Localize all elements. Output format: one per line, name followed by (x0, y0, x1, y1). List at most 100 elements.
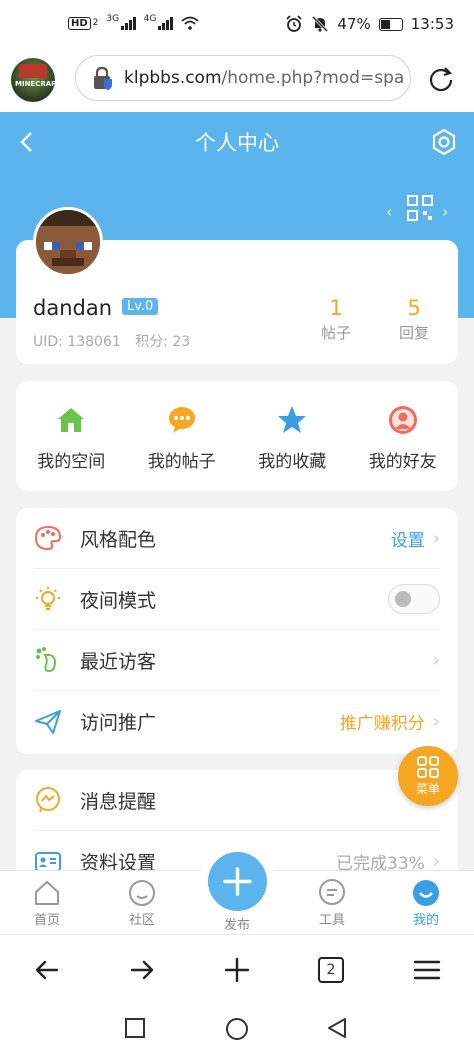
home-outline-icon (35, 881, 59, 905)
tab-count: 2 (326, 962, 336, 978)
menu-label: 风格配色 (80, 528, 157, 551)
network-indicators: HD 2 3G 4G (68, 14, 199, 30)
home-icon (58, 408, 85, 432)
replies-count: 5 (407, 296, 421, 320)
browser-nav-bar: 2 (0, 934, 474, 1002)
site-logo[interactable]: MINECRAFT (11, 58, 55, 102)
menu-right-text: 设置 (390, 530, 425, 551)
settings-menu: 风格配色 设置 › 夜间模式 最近访客 › 访问推广 推广赚积分 › (16, 508, 458, 754)
grid-icon (417, 755, 439, 778)
chevron-right-icon: › (432, 527, 440, 549)
new-tab-plus-icon[interactable] (222, 955, 252, 985)
url-path: /home.php?mod=spa (221, 68, 405, 88)
star-icon (278, 406, 307, 433)
battery-percent: 47% (337, 15, 371, 33)
system-nav-bar (0, 1002, 474, 1053)
tab-label: 工具 (318, 913, 345, 928)
signal-3g-label: 3G (106, 14, 120, 24)
arrow-right-icon[interactable] (127, 955, 157, 985)
status-bar: HD 2 3G 4G 47% 13:53 (0, 0, 474, 52)
menu-night-mode: 夜间模式 (34, 569, 440, 630)
url-text: klpbbs.com/home.php?mod=spa (124, 68, 404, 88)
fab-label: 菜单 (415, 781, 440, 796)
status-right: 47% 13:53 (285, 15, 454, 33)
page-title: 个人中心 (195, 131, 279, 155)
chevron-right-icon: › (432, 649, 440, 671)
palette-icon (34, 525, 62, 551)
tab-community[interactable]: 社区 (112, 879, 172, 928)
menu-right-text: 推广赚积分 (339, 714, 425, 734)
tab-label: 我的 (412, 913, 439, 928)
alarm-icon (286, 15, 303, 32)
bulb-icon (36, 587, 60, 610)
paper-plane-icon (35, 709, 61, 734)
signal-3g-icon (121, 16, 136, 30)
footprint-icon (36, 647, 57, 673)
plus-icon (223, 867, 252, 896)
address-bar[interactable]: klpbbs.com/home.php?mod=spa (75, 55, 411, 101)
qr-code-icon[interactable] (406, 194, 434, 222)
menu-label: 夜间模式 (80, 589, 157, 612)
url-host: klpbbs.com (124, 68, 222, 88)
hd-badge: HD (68, 16, 91, 30)
quick-label: 我的好友 (368, 452, 437, 472)
messenger-icon (36, 787, 60, 813)
battery-icon (378, 17, 403, 31)
quick-actions: 我的空间 我的帖子 我的收藏 我的好友 (16, 381, 458, 491)
quick-my-space[interactable]: 我的空间 (16, 381, 127, 491)
tab-me[interactable]: 我的 (396, 879, 456, 928)
clock: 13:53 (410, 15, 454, 33)
username: dandan (33, 296, 113, 320)
publish-label: 发布 (223, 918, 250, 933)
level-badge: Lv.0 (122, 298, 159, 315)
menu-label: 消息提醒 (80, 790, 157, 813)
quick-label: 我的空间 (37, 452, 106, 472)
night-mode-toggle[interactable] (388, 584, 440, 614)
chevron-right-icon[interactable]: › (442, 202, 448, 221)
browser-bar: MINECRAFT klpbbs.com/home.php?mod=spa (0, 52, 474, 112)
back-triangle-icon[interactable] (326, 1017, 348, 1039)
posts-label: 帖子 (320, 324, 351, 342)
quick-label: 我的收藏 (258, 452, 327, 472)
chevron-right-icon: › (432, 851, 440, 872)
posts-count: 1 (329, 296, 343, 320)
minecraft-face-icon (36, 210, 100, 274)
menu-notifications[interactable]: 消息提醒 (34, 770, 440, 831)
menu-style-color[interactable]: 风格配色 设置 › (34, 508, 440, 569)
settings-gear-icon[interactable] (430, 128, 458, 156)
tabs-count-button[interactable]: 2 (318, 957, 344, 983)
floating-menu-button[interactable]: 菜单 (398, 746, 458, 806)
network-sub: 2 (92, 18, 99, 28)
tab-label: 首页 (33, 913, 60, 928)
chat-bubble-icon (168, 407, 195, 433)
chevron-left-icon[interactable]: ‹ (386, 202, 392, 221)
menu-label: 最近访客 (80, 650, 157, 673)
tab-label: 社区 (128, 913, 155, 928)
tab-home[interactable]: 首页 (17, 879, 77, 928)
reload-icon[interactable] (425, 63, 457, 95)
menu-label: 访问推广 (80, 712, 157, 734)
posts-stat[interactable]: 1 帖子 (306, 296, 366, 343)
wifi-icon (181, 16, 199, 30)
recents-square-icon[interactable] (124, 1017, 146, 1039)
signal-4g-icon (158, 16, 173, 30)
site-logo-text: MINECRAFT (15, 80, 55, 88)
publish-button[interactable] (208, 852, 267, 911)
me-icon (413, 880, 439, 906)
menu-visit-promotion[interactable]: 访问推广 推广赚积分 › (34, 691, 440, 752)
chevron-right-icon: › (432, 711, 440, 732)
community-icon (129, 880, 155, 906)
quick-my-favorites[interactable]: 我的收藏 (237, 381, 348, 491)
avatar[interactable] (33, 207, 103, 277)
home-circle-icon[interactable] (225, 1017, 249, 1041)
uid-points: UID: 138061 积分: 23 (33, 331, 190, 351)
arrow-left-icon[interactable] (32, 955, 62, 985)
hamburger-menu-icon[interactable] (412, 955, 442, 985)
quick-my-posts[interactable]: 我的帖子 (127, 381, 238, 491)
quick-my-friends[interactable]: 我的好友 (348, 381, 459, 491)
signal-4g-label: 4G (143, 14, 157, 24)
menu-recent-visitors[interactable]: 最近访客 › (34, 630, 440, 691)
replies-stat[interactable]: 5 回复 (384, 296, 444, 343)
quick-label: 我的帖子 (147, 452, 216, 472)
tab-tools[interactable]: 工具 (302, 879, 362, 928)
